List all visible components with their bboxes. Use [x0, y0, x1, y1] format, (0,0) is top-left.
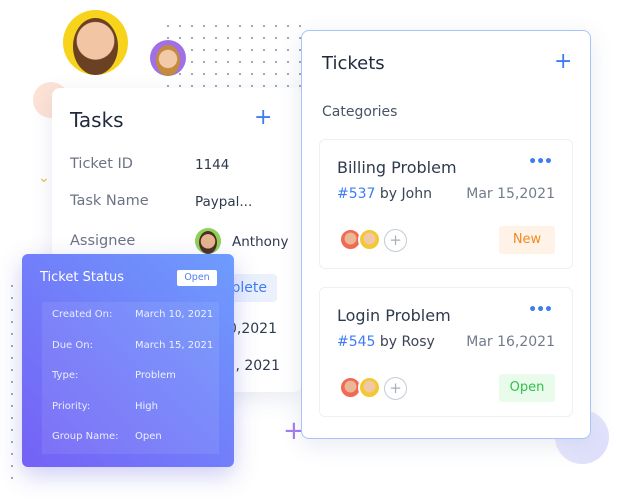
ticket-date: Mar 16,2021 [466, 334, 555, 350]
add-member-icon[interactable]: + [384, 377, 407, 400]
detail-value: Problem [135, 370, 176, 381]
add-task-icon[interactable]: + [254, 107, 272, 129]
task-value: Paypal... [195, 194, 253, 210]
ticket-number[interactable]: #545 [337, 334, 375, 350]
detail-value: High [135, 401, 158, 412]
detail-label: Group Name: [52, 431, 119, 442]
detail-label: Priority: [52, 401, 91, 412]
task-label: Ticket ID [70, 156, 133, 172]
tickets-title: Tickets [322, 53, 385, 74]
assignee-avatar [195, 228, 221, 254]
task-value: 1144 [195, 157, 230, 173]
ticket-meta: #537 by John [337, 186, 432, 202]
decor-chevron-icon: ⌄ [38, 170, 50, 186]
more-options-icon[interactable]: ••• [528, 302, 553, 318]
ticket-title: Billing Problem [337, 158, 457, 177]
dot-grid-left [6, 280, 20, 480]
ticket-author: by Rosy [379, 334, 435, 350]
detail-value: March 10, 2021 [135, 309, 214, 320]
ticket-number[interactable]: #537 [337, 186, 375, 202]
status-badge: New [499, 226, 555, 254]
ticket-meta: #545 by Rosy [337, 334, 435, 350]
tickets-card: Tickets + Categories Billing Problem •••… [301, 30, 591, 439]
avatar-small [150, 40, 186, 76]
task-label: Task Name [70, 193, 149, 209]
categories-label: Categories [322, 104, 398, 120]
task-label: Assignee [70, 233, 136, 249]
avatar-large [63, 10, 128, 75]
detail-label: Created On: [52, 309, 113, 320]
ticket-item[interactable]: Billing Problem ••• #537 by John Mar 15,… [319, 139, 573, 269]
tasks-title: Tasks [70, 108, 124, 132]
assignee-name: Anthony [232, 234, 289, 250]
member-avatar [358, 376, 381, 399]
detail-label: Type: [52, 370, 79, 381]
member-avatar [358, 228, 381, 251]
add-ticket-icon[interactable]: + [554, 51, 572, 73]
ticket-status-title: Ticket Status [40, 270, 125, 285]
status-badge: Open [499, 374, 555, 402]
detail-label: Due On: [52, 340, 93, 351]
ticket-title: Login Problem [337, 306, 451, 325]
ticket-status-card: Ticket Status Open Created On: March 10,… [22, 254, 234, 467]
detail-value: Open [135, 431, 162, 442]
ticket-date: Mar 15,2021 [466, 186, 555, 202]
more-options-icon[interactable]: ••• [528, 154, 553, 170]
detail-value: March 15, 2021 [135, 340, 214, 351]
ticket-item[interactable]: Login Problem ••• #545 by Rosy Mar 16,20… [319, 287, 573, 417]
add-member-icon[interactable]: + [384, 229, 407, 252]
ticket-author: by John [379, 186, 432, 202]
ticket-status-badge: Open [177, 270, 217, 286]
